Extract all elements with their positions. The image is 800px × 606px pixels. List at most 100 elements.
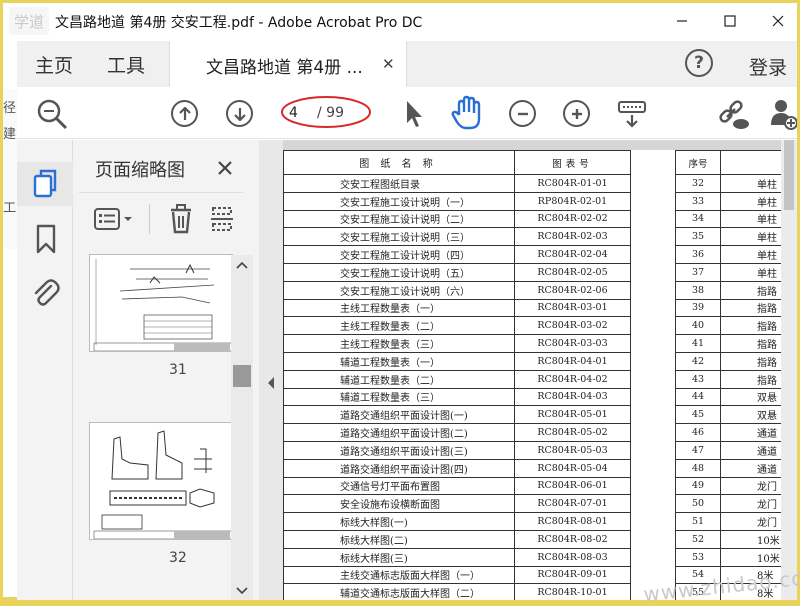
table-row: 安全设施布设横断面图 RC804R-07-01 (283, 494, 631, 514)
search-icon[interactable] (35, 97, 69, 131)
serial-number-cell: 46 (675, 423, 721, 442)
side-name-cell: 指路 (720, 316, 783, 336)
drawing-name-cell: 交安工程施工设计说明（六） (283, 280, 515, 300)
delete-icon[interactable] (169, 204, 193, 234)
drawing-name-cell: 辅道工程数量表（二） (283, 369, 515, 389)
keyboard-download-icon[interactable] (617, 99, 647, 129)
share-link-icon[interactable] (717, 97, 751, 131)
drawing-code-cell: RC804R-10-01 (514, 583, 631, 600)
zoom-in-button[interactable] (563, 100, 590, 127)
side-table-row: 37 单柱 (675, 262, 783, 282)
tools-tab[interactable]: 工具 (107, 51, 145, 78)
zoom-out-button[interactable] (509, 100, 536, 127)
side-name-cell: 单柱 (720, 209, 783, 229)
previous-page-button[interactable] (171, 100, 198, 127)
side-name-cell: 10米 (720, 529, 783, 549)
header-name: 图 纸 名 称 (283, 150, 515, 175)
drawing-code-cell: RC804R-05-02 (514, 423, 631, 442)
login-button[interactable]: 登录 (749, 53, 787, 80)
pages-icon (33, 169, 57, 198)
side-name-cell: 指路 (720, 280, 783, 300)
scroll-up-icon[interactable] (236, 261, 248, 269)
table-row: 标线大样图(一) RC804R-08-01 (283, 512, 631, 531)
document-view[interactable]: 图 纸 名 称 图表号 交安工程图纸目录 RC804R-01-01 交安工程施工设计… (283, 140, 797, 600)
drawing-code-cell: RP804R-02-01 (514, 191, 631, 211)
table-row: 交安工程施工设计说明（六） RC804R-02-06 (283, 280, 631, 300)
thumbnail-page-number: 32 (169, 550, 187, 566)
drawing-name-cell: 主线工程数量表（三） (283, 334, 515, 353)
panel-divider (79, 192, 243, 193)
drawing-name-cell: 主线交通标志版面大样图（一） (283, 565, 515, 585)
background-window-edge: 径 建 工 (3, 89, 17, 249)
side-table-row: 41 指路 (675, 334, 783, 353)
drawing-name-cell: 标线大样图(二) (283, 529, 515, 549)
page-thumbnail-31[interactable] (89, 254, 233, 352)
document-tab[interactable]: 文昌路地道 第4册 ... ✕ (169, 41, 407, 87)
side-table-row: 35 单柱 (675, 227, 783, 247)
toolbar: 4 / 99 (17, 87, 797, 139)
table-row: 主线工程数量表（三） RC804R-03-03 (283, 334, 631, 353)
thumbnail-options-button[interactable] (93, 206, 141, 232)
document-scrollbar[interactable] (781, 140, 797, 600)
side-name-cell: 指路 (720, 334, 783, 353)
drawing-code-cell: RC804R-09-01 (514, 565, 631, 585)
side-name-cell: 龙门 (720, 494, 783, 514)
page-thumbnail-32[interactable] (89, 422, 233, 540)
attachment-icon[interactable] (31, 278, 61, 308)
table-row: 标线大样图(三) RC804R-08-03 (283, 547, 631, 567)
drawing-code-cell: RC804R-06-01 (514, 476, 631, 496)
page-thumbnails-tab[interactable] (17, 162, 73, 206)
minimize-button[interactable] (659, 3, 705, 39)
close-panel-icon[interactable] (217, 160, 233, 176)
doc-scroll-thumb[interactable] (784, 140, 794, 210)
table-row: 道路交通组织平面设计图(三) RC804R-05-03 (283, 440, 631, 460)
scroll-down-icon[interactable] (236, 587, 248, 595)
next-page-button[interactable] (226, 100, 253, 127)
serial-number-cell: 52 (675, 529, 721, 549)
side-table-row: 51 龙门 (675, 512, 783, 531)
arrow-down-icon (233, 107, 246, 121)
drawing-code-cell: RC804R-03-02 (514, 316, 631, 336)
serial-number-cell: 35 (675, 227, 721, 247)
navigation-rail (17, 140, 73, 600)
select-pointer-icon[interactable] (403, 99, 425, 129)
rotate-pages-icon[interactable] (209, 204, 235, 234)
table-row: 主线工程数量表（二） RC804R-03-02 (283, 316, 631, 336)
hand-tool-icon[interactable] (451, 95, 483, 131)
serial-number-cell: 45 (675, 405, 721, 425)
drawing-code-cell: RC804R-02-02 (514, 209, 631, 229)
table-row: 主线工程数量表（一） RC804R-03-01 (283, 298, 631, 318)
table-row: 道路交通组织平面设计图(四) RC804R-05-04 (283, 458, 631, 478)
table-row: 交安工程施工设计说明（二） RC804R-02-02 (283, 209, 631, 229)
drawing-code-cell: RC804R-02-06 (514, 280, 631, 300)
maximize-button[interactable] (707, 3, 753, 39)
scroll-thumb[interactable] (233, 365, 251, 387)
side-table-row: 38 指路 (675, 280, 783, 300)
bookmark-icon[interactable] (35, 224, 57, 254)
side-table-row: 36 单柱 (675, 245, 783, 264)
drawing-code-cell: RC804R-08-01 (514, 512, 631, 531)
table-row: 主线交通标志版面大样图（一） RC804R-09-01 (283, 565, 631, 585)
panel-splitter[interactable] (259, 140, 283, 600)
drawing-code-cell: RC804R-04-02 (514, 369, 631, 389)
collapse-panel-icon[interactable] (266, 376, 276, 390)
drawing-name-cell: 标线大样图(一) (283, 512, 515, 531)
add-user-icon[interactable] (769, 97, 797, 131)
table-row: 交安工程施工设计说明（四） RC804R-02-04 (283, 245, 631, 264)
close-window-button[interactable] (755, 3, 800, 39)
thumbnail-scrollbar[interactable] (231, 255, 253, 600)
drawing-name-cell: 交安工程图纸目录 (283, 174, 515, 193)
drawing-name-cell: 辅道工程数量表（三） (283, 387, 515, 407)
serial-number-cell: 41 (675, 334, 721, 353)
drawing-name-cell: 主线工程数量表（二） (283, 316, 515, 336)
page-navigation: 4 / 99 (281, 96, 373, 129)
pdf-page: 图 纸 名 称 图表号 交安工程图纸目录 RC804R-01-01 交安工程施工设计… (283, 150, 783, 600)
help-icon[interactable]: ? (685, 49, 713, 77)
close-tab-icon[interactable]: ✕ (382, 55, 395, 73)
header-code: 图表号 (514, 150, 631, 175)
side-table-row: 34 单柱 (675, 209, 783, 229)
list-options-icon (94, 208, 132, 230)
home-tab[interactable]: 主页 (35, 51, 73, 78)
side-header-row: 序号 (675, 150, 783, 175)
drawing-code-cell: RC804R-01-01 (514, 174, 631, 193)
